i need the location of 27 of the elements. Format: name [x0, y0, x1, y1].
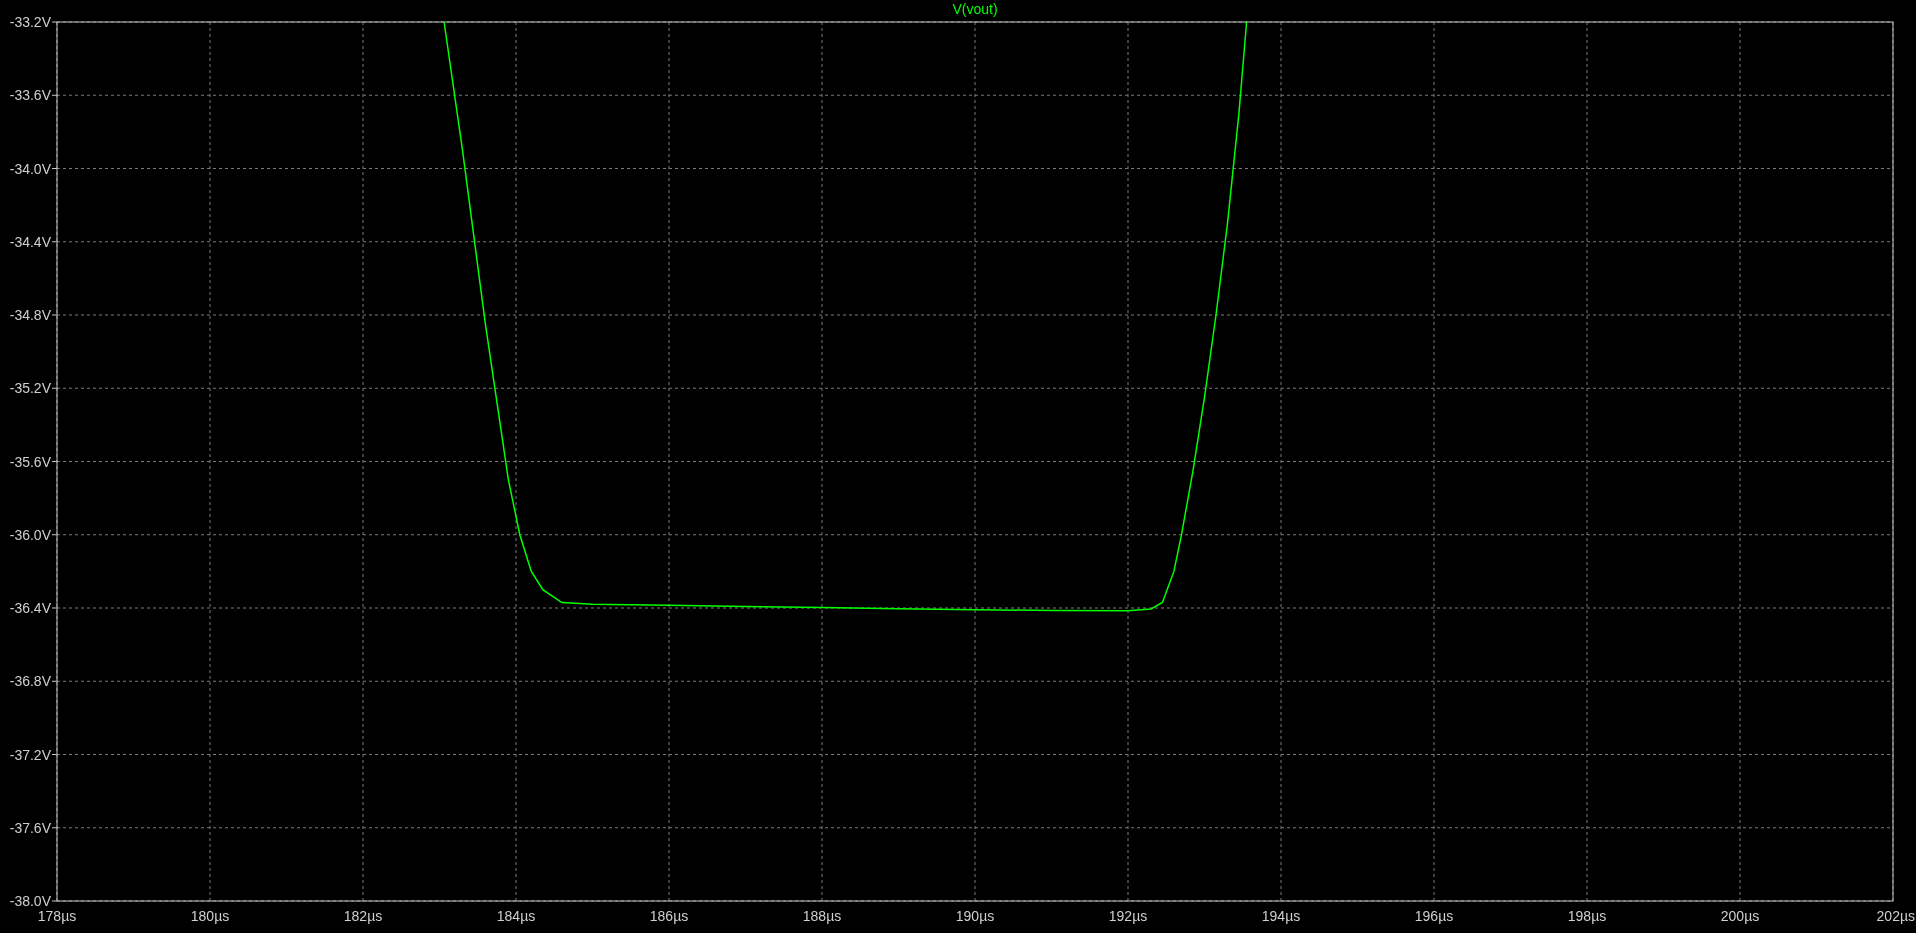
y-tick-label: -37.6V [9, 819, 51, 836]
trace-legend: V(vout) [952, 1, 998, 17]
y-tick-label: -38.0V [9, 893, 51, 909]
y-tick-label: -34.8V [9, 307, 51, 323]
x-tick-label: 198µs [1567, 908, 1607, 924]
x-tick-label: 188µs [802, 908, 842, 924]
y-tick-label: -35.6V [9, 453, 51, 470]
x-tick-label: 196µs [1414, 908, 1454, 924]
x-tick-label: 190µs [955, 908, 995, 924]
y-tick-label: -36.0V [9, 526, 51, 543]
y-tick-label: -35.2V [9, 380, 51, 397]
y-tick-label: -33.2V [9, 14, 51, 30]
y-tick-label: -36.4V [9, 600, 51, 616]
x-tick-label: 202µs [1876, 908, 1915, 924]
x-tick-label: 184µs [496, 908, 536, 924]
y-tick-label: -34.4V [9, 233, 51, 250]
x-tick-label: 194µs [1261, 908, 1301, 924]
x-tick-label: 200µs [1720, 908, 1760, 924]
y-tick-label: -36.8V [9, 673, 51, 690]
y-tick-label: -33.6V [9, 87, 51, 104]
x-tick-label: 186µs [649, 908, 689, 924]
y-tick-label: -37.2V [9, 746, 51, 763]
x-tick-label: 182µs [343, 908, 383, 924]
x-tick-label: 178µs [37, 908, 77, 924]
x-tick-label: 180µs [190, 908, 230, 924]
x-tick-label: 192µs [1108, 908, 1148, 924]
y-tick-label: -34.0V [9, 160, 51, 177]
